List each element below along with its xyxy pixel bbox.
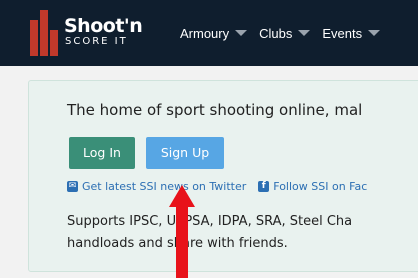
caret-down-icon bbox=[235, 30, 248, 36]
menu-item-label: Armoury bbox=[180, 25, 230, 41]
facebook-icon: f bbox=[258, 181, 270, 192]
welcome-panel: The home of sport shooting online, mal L… bbox=[28, 80, 418, 272]
support-text: Supports IPSC, USPSA, IDPA, SRA, Steel C… bbox=[67, 211, 418, 255]
social-links: ✉ Get latest SSI news on Twitter f Follo… bbox=[67, 180, 367, 193]
menu-item-label: Events bbox=[322, 25, 363, 41]
logo-bars-icon bbox=[30, 10, 60, 56]
twitter-link[interactable]: Get latest SSI news on Twitter bbox=[82, 180, 246, 193]
caret-down-icon bbox=[368, 30, 381, 36]
support-line-1: Supports IPSC, USPSA, IDPA, SRA, Steel C… bbox=[67, 214, 353, 229]
site-logo[interactable]: Shoot'n SCORE IT bbox=[30, 10, 143, 56]
logo-wordmark: Shoot'n bbox=[64, 15, 143, 37]
signup-button[interactable]: Sign Up bbox=[146, 137, 224, 169]
support-line-2: handloads and share with friends. bbox=[67, 236, 288, 251]
login-button[interactable]: Log In bbox=[69, 137, 135, 169]
menu-item-clubs[interactable]: Clubs bbox=[259, 25, 311, 41]
menu-item-armoury[interactable]: Armoury bbox=[180, 25, 248, 41]
page-headline: The home of sport shooting online, mal bbox=[67, 101, 363, 119]
menu-item-label: Clubs bbox=[259, 25, 293, 41]
facebook-link[interactable]: Follow SSI on Fac bbox=[273, 180, 367, 193]
twitter-icon: ✉ bbox=[67, 181, 78, 192]
menu-item-events[interactable]: Events bbox=[322, 25, 381, 41]
top-navbar: Shoot'n SCORE IT Armoury Clubs Events bbox=[0, 0, 418, 66]
red-arrow-icon bbox=[169, 185, 195, 278]
main-menu: Armoury Clubs Events bbox=[180, 0, 392, 66]
logo-tagline: SCORE IT bbox=[65, 36, 128, 47]
caret-down-icon bbox=[298, 30, 311, 36]
